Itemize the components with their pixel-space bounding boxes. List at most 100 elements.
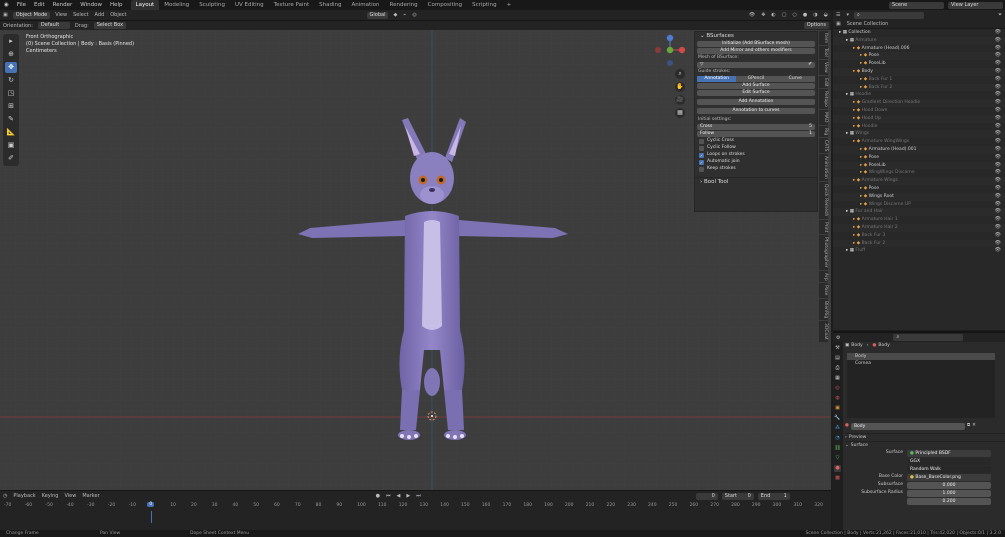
menu-keying[interactable]: Keying <box>42 492 59 500</box>
constraint-props-icon[interactable]: ⛓ <box>834 445 841 452</box>
timeline-editor-icon[interactable]: ◷ <box>3 492 7 500</box>
add-cube-tool-icon[interactable]: ▣ <box>5 140 17 151</box>
outliner-item[interactable]: ▸ ◆ PoseLib 👁 <box>833 161 1005 170</box>
end-frame-field[interactable]: End 1 <box>757 492 790 500</box>
unlink-material-icon[interactable]: ✕ <box>972 422 976 430</box>
object-props-icon[interactable]: ▣ <box>834 405 841 412</box>
snap-icon[interactable]: ⌁ <box>403 11 406 19</box>
subsurface-field[interactable]: 0.000 <box>907 481 991 489</box>
transform-orientation-selector[interactable]: Global <box>366 11 389 19</box>
menu-window[interactable]: Window <box>76 0 106 10</box>
move-tool-icon[interactable]: ✥ <box>5 62 17 73</box>
frame-ruler[interactable]: -70 -60 -50 -40 -30 -20 -10 0 10 20 30 40 50 60 70 80 90… <box>0 502 831 523</box>
tab-uv-editing[interactable]: UV Editing <box>230 0 269 10</box>
properties-editor-icon[interactable]: ⚙ <box>836 334 840 342</box>
automatic-join-checkbox[interactable]: ✓ Automatic join <box>699 159 813 165</box>
visibility-eye-icon[interactable]: 👁 <box>995 177 1001 185</box>
transform-tool-icon[interactable]: ⊞ <box>5 101 17 112</box>
tab-gpencil[interactable]: GPencil <box>736 76 776 82</box>
mode-selector[interactable]: Object Mode <box>12 11 51 19</box>
start-frame-field[interactable]: Start 0 <box>721 492 754 500</box>
surface-shader-field[interactable]: ● Principled BSDF <box>907 449 991 457</box>
menu-object[interactable]: Object <box>110 11 126 19</box>
physics-props-icon[interactable]: ◔ <box>834 435 841 442</box>
visibility-eye-icon[interactable]: 👁 <box>995 60 1001 68</box>
outliner-item[interactable]: ▸ ◆ Pose 👁 <box>833 52 1005 61</box>
menu-file[interactable]: File <box>13 0 30 10</box>
tab-shading[interactable]: Shading <box>314 0 346 10</box>
outliner-editor-icon[interactable]: ☰ <box>836 11 840 19</box>
subsurface-radius-x-field[interactable]: 1.000 <box>907 489 991 497</box>
shading-rendered-icon[interactable]: ◒ <box>824 11 828 19</box>
visibility-eye-icon[interactable]: 👁 <box>995 247 1001 255</box>
sidebar-tab[interactable]: Arp <box>819 270 828 283</box>
texture-props-icon[interactable]: ▩ <box>834 475 841 482</box>
sidebar-tab[interactable]: Tool <box>819 46 828 59</box>
keep-strokes-checkbox[interactable]: Keep strokes <box>699 166 813 172</box>
checkbox-box[interactable] <box>699 166 704 172</box>
view-layer-props-icon[interactable]: ▦ <box>834 375 841 382</box>
tab-modeling[interactable]: Modeling <box>159 0 194 10</box>
preview-section[interactable]: › Preview <box>845 433 1005 441</box>
zoom-icon[interactable]: ⌕ <box>675 69 685 79</box>
bsurfaces-header[interactable]: ⌄ BSurfaces <box>695 32 817 40</box>
grease-pencil-tool-icon[interactable]: ✐ <box>5 153 17 164</box>
sidebar-tab[interactable]: Rig <box>819 125 828 137</box>
eyedropper-icon[interactable]: ✐ <box>808 62 812 68</box>
outliner-item[interactable]: ▸ ◆ Pose 👁 <box>833 154 1005 162</box>
sidebar-tab[interactable]: Edit <box>819 75 828 89</box>
data-props-icon[interactable]: ▽ <box>834 455 841 462</box>
current-frame-field[interactable]: 0 <box>695 492 718 500</box>
base-color-field[interactable]: ● Base_BaseColor.png <box>907 473 991 481</box>
filter-icon[interactable]: ⏷ <box>998 11 1002 19</box>
play-reverse-icon[interactable]: ◀ <box>397 492 401 500</box>
material-slot-cornea[interactable]: Cornea <box>847 360 995 367</box>
tab-layout[interactable]: Layout <box>130 0 160 10</box>
sidebar-tab[interactable]: Quick Remesh <box>819 182 828 219</box>
outliner-item[interactable]: ▸ ◆ Back Fur 2 👁 <box>833 239 1005 248</box>
visibility-eye-icon[interactable]: 👁 <box>995 115 1001 123</box>
scene-props-icon[interactable]: ◎ <box>834 385 841 392</box>
outliner-item[interactable]: ▸ ◆ WingWings Discarne 👁 <box>833 169 1005 177</box>
sidebar-tab[interactable]: View <box>819 60 828 75</box>
perspective-toggle-icon[interactable]: ▦ <box>675 108 685 118</box>
checkbox-box[interactable]: ✓ <box>699 159 704 165</box>
visibility-eye-icon[interactable]: 👁 <box>995 107 1001 115</box>
outliner-item[interactable]: ▸ ▦ Wings 👁 <box>833 130 1005 139</box>
material-slot-body[interactable]: Body <box>847 353 995 360</box>
surface-section[interactable]: ⌄ Surface <box>845 441 1005 449</box>
visibility-eye-icon[interactable]: 👁 <box>995 240 1001 248</box>
orientation-selector[interactable]: Default <box>37 22 70 29</box>
sidebar-tab[interactable]: Animation <box>819 154 828 182</box>
properties-search[interactable]: ⌕ <box>893 334 964 341</box>
add-workspace-button[interactable]: + <box>502 0 517 10</box>
navigation-gizmo[interactable] <box>653 32 691 70</box>
render-props-icon[interactable]: ▤ <box>834 355 841 362</box>
loops-on-strokes-checkbox[interactable]: ✓ Loops on strokes <box>699 152 813 158</box>
menu-view[interactable]: View <box>55 11 67 19</box>
sidebar-tab[interactable]: BlenRig <box>819 298 828 320</box>
cyclic-cross-checkbox[interactable]: Cyclic Cross <box>699 138 813 144</box>
rotate-tool-icon[interactable]: ↻ <box>5 75 17 86</box>
menu-render[interactable]: Render <box>49 0 77 10</box>
tab-texture-paint[interactable]: Texture Paint <box>269 0 315 10</box>
annotate-tool-icon[interactable]: ✎ <box>5 114 17 125</box>
visibility-eye-icon[interactable]: 👁 <box>995 193 1001 201</box>
cursor-tool-icon[interactable]: ⊕ <box>5 49 17 60</box>
outliner-item[interactable]: ▸ ▦ Armature 👁 <box>833 36 1005 45</box>
outliner-item[interactable]: ▸ ◆ Wings Discarne UP 👁 <box>833 201 1005 209</box>
camera-view-icon[interactable]: 🎥 <box>675 95 685 105</box>
sidebar-tab[interactable]: Photographer <box>819 234 828 270</box>
playhead[interactable]: 0 <box>147 502 155 507</box>
options-button[interactable]: Options <box>803 22 829 29</box>
visibility-eye-icon[interactable]: 👁 <box>995 29 1001 37</box>
visibility-eye-icon[interactable]: 👁 <box>995 37 1001 45</box>
initialize-button[interactable]: Initialize (Add BSurface mesh) <box>697 41 815 47</box>
material-name-field[interactable]: Body <box>850 422 965 430</box>
sidebar-tab[interactable]: Item <box>819 31 828 46</box>
mesh-field[interactable]: ▽ ✐ <box>697 62 815 68</box>
distribution-dropdown[interactable]: GGX <box>907 457 991 465</box>
subsurface-method-dropdown[interactable]: Random Walk <box>907 465 991 473</box>
visibility-eye-icon[interactable]: 👁 <box>995 146 1001 154</box>
material-browse-icon[interactable]: ● <box>845 422 849 430</box>
